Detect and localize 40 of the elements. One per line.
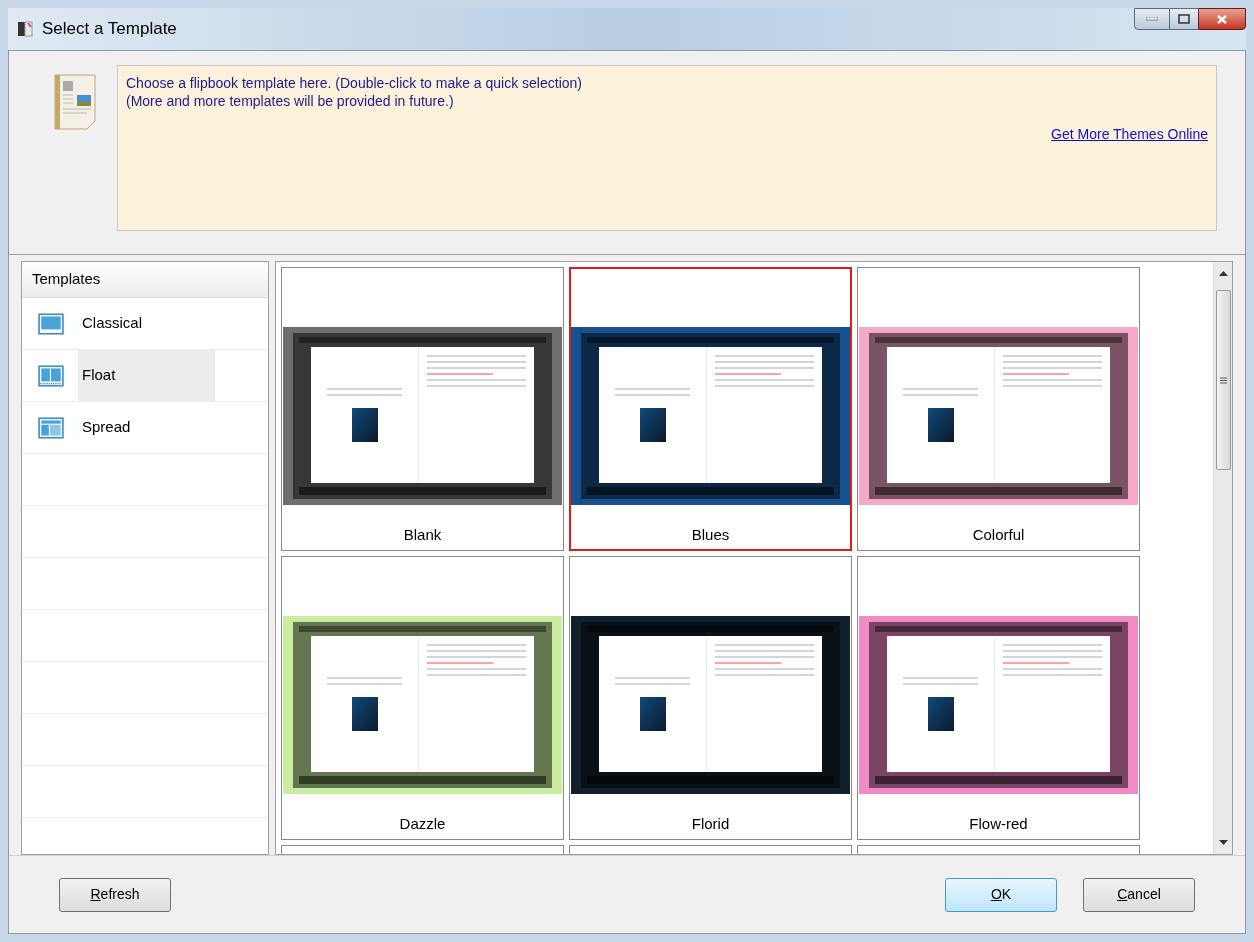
- category-item[interactable]: Spread: [22, 402, 268, 454]
- scroll-up-icon: [1218, 270, 1228, 276]
- template-name: Blues: [691, 524, 730, 545]
- window-title: Select a Template: [42, 18, 177, 41]
- category-label: Classical: [81, 313, 143, 334]
- get-more-themes-link[interactable]: Get More Themes Online: [1051, 124, 1208, 145]
- document-icon: [51, 73, 99, 131]
- layout-icon: [38, 312, 64, 335]
- layout-icon: [38, 364, 64, 387]
- template-name: Florid: [691, 813, 730, 834]
- template-card[interactable]: Dazzle: [281, 556, 564, 840]
- maximize-button[interactable]: [1170, 8, 1198, 30]
- close-icon: [1216, 13, 1228, 25]
- template-card[interactable]: Florid: [569, 556, 852, 840]
- template-card[interactable]: Colorful: [857, 267, 1140, 551]
- scroll-thumb[interactable]: [1215, 290, 1231, 470]
- ok-button[interactable]: OK: [945, 877, 1057, 912]
- template-card[interactable]: Flow-red: [857, 556, 1140, 840]
- category-label: Spread: [81, 417, 132, 438]
- info-text: (More and more templates will be provided in future.): [126, 92, 455, 110]
- category-item[interactable]: Float: [22, 350, 268, 402]
- info-text: Choose a flipbook template here. (Double-click to make a quick selection): [126, 74, 582, 92]
- template-card[interactable]: Blank: [281, 267, 564, 551]
- template-card[interactable]: Blues: [569, 267, 852, 551]
- refresh-button[interactable]: Refresh: [59, 877, 171, 912]
- scrollbar[interactable]: [1213, 262, 1232, 854]
- template-name: Blank: [403, 524, 442, 545]
- category-label: Float: [78, 350, 216, 401]
- maximize-icon: [1178, 14, 1190, 24]
- scroll-down-icon: [1218, 840, 1228, 846]
- close-button[interactable]: [1198, 8, 1246, 30]
- template-name: Flow-red: [969, 813, 1028, 834]
- template-name: Dazzle: [399, 813, 446, 834]
- minimize-button[interactable]: [1134, 8, 1170, 30]
- layout-icon: [38, 416, 64, 439]
- template-name: Colorful: [972, 524, 1025, 545]
- book-icon: [16, 20, 34, 38]
- minimize-icon: [1146, 17, 1158, 21]
- grip-icon: [1219, 376, 1227, 384]
- cancel-button[interactable]: Cancel: [1083, 877, 1195, 912]
